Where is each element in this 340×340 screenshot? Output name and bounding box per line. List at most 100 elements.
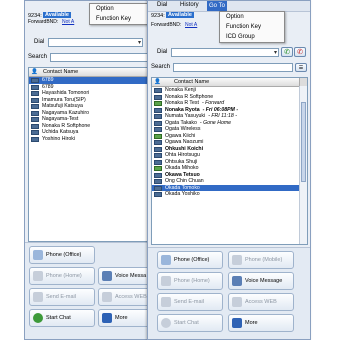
contact-name: Nonaka Kenji	[165, 87, 196, 93]
phone-home-button[interactable]: Phone (Home)	[157, 272, 223, 290]
contact-name: Nonaka R Test	[165, 100, 199, 106]
contact-status-icon	[154, 94, 162, 100]
contact-status-icon	[154, 146, 162, 152]
contact-name: Nonaka Ryota	[165, 106, 200, 113]
more-button[interactable]: More	[228, 314, 294, 332]
scroll-thumb[interactable]	[301, 102, 306, 182]
hangup-button[interactable]: ✆	[294, 47, 306, 57]
options-menu: Option Function Key	[89, 3, 151, 25]
menu-history[interactable]: History	[180, 2, 199, 8]
start-chat-button[interactable]: Start Chat	[157, 314, 223, 332]
dial-row: Dial ▾ ✆ ✆	[151, 47, 307, 59]
contact-name: Yoshino Hiroki	[42, 135, 75, 142]
mobile-phone-icon	[232, 255, 242, 265]
contact-status-icon	[154, 120, 162, 126]
forward-label: ForwardBND:	[151, 22, 182, 28]
contact-status-icon	[31, 84, 39, 90]
menu-item-icd-group[interactable]: ICD Group	[220, 32, 284, 42]
menu-item-option[interactable]: Option	[90, 4, 150, 14]
contact-status-icon	[154, 133, 162, 139]
menu-dial[interactable]: Dial	[157, 2, 167, 8]
chat-icon	[33, 313, 43, 323]
contact-name: Ogawa Kiichi	[165, 132, 196, 139]
contact-name: Uchida Katsuya	[42, 129, 79, 135]
search-input[interactable]	[173, 63, 293, 72]
menu-go-to[interactable]: Go To	[207, 1, 227, 11]
contact-scrollbar[interactable]	[299, 86, 307, 244]
more-button[interactable]: More	[98, 309, 153, 327]
phone-office-button[interactable]: Phone (Office)	[157, 251, 223, 269]
contact-status-icon	[31, 123, 39, 129]
call-button[interactable]: ✆	[281, 47, 293, 57]
access-web-button[interactable]: Access WEB	[98, 288, 153, 306]
phone-mobile-button[interactable]: Phone (Mobile)	[228, 251, 294, 269]
voice-message-button[interactable]: Voice Messa	[98, 267, 153, 285]
filter-button[interactable]: ☰	[295, 63, 307, 72]
header-corner	[299, 78, 307, 86]
menu-item-function-key[interactable]: Function Key	[90, 14, 150, 24]
contact-status-icon	[154, 153, 162, 158]
contact-rows: Nonaka Kenji Nonaka R Softphone Nonaka R T…	[152, 87, 307, 198]
action-panel: Phone (Office) Phone (Home) Voice Messa …	[25, 242, 153, 339]
contact-name: Okada Yoshiko	[165, 191, 200, 197]
filter-icon: ☰	[298, 65, 304, 71]
contact-status-icon	[31, 78, 39, 83]
start-chat-button[interactable]: Start Chat	[29, 309, 95, 327]
dial-combo[interactable]: ▾	[48, 38, 143, 47]
person-icon: 👤	[154, 79, 161, 85]
list-header[interactable]: 👤 Contact Name	[29, 68, 149, 77]
checkmark-icon	[232, 318, 242, 328]
contact-status-icon	[154, 179, 162, 184]
voice-message-icon	[232, 276, 242, 286]
contact-name: Ong Chin Chuan	[165, 178, 204, 184]
contact-name: Hayashida Tomonori	[42, 90, 90, 96]
phone-home-button[interactable]: Phone (Home)	[29, 267, 95, 285]
contact-status-icon	[154, 192, 162, 197]
chevron-down-icon[interactable]: ▾	[274, 49, 277, 56]
forward-link[interactable]: Not A	[62, 19, 74, 25]
chat-icon	[161, 318, 171, 328]
contact-name: Matsufuji Katsuya	[42, 103, 83, 109]
contact-name: Okawa Tetsuo	[165, 171, 200, 178]
send-email-button[interactable]: Send E-mail	[157, 293, 223, 311]
chevron-down-icon[interactable]: ▾	[138, 39, 141, 46]
contact-list[interactable]: 👤 Contact Name 6789 6789 Hayashida Tomonor…	[28, 67, 150, 242]
contact-name: Ogata Takako	[165, 119, 197, 126]
phone-icon	[161, 255, 171, 265]
contact-rows: 6789 6789 Hayashida Tomonori Imamura Toru(S…	[29, 77, 149, 142]
contact-status-icon	[154, 101, 162, 106]
person-icon: 👤	[31, 69, 38, 75]
status-badge[interactable]: Available	[166, 12, 194, 18]
contact-status-icon	[154, 114, 162, 119]
dial-combo[interactable]: ▾	[171, 48, 279, 57]
hangup-icon: ✆	[297, 49, 303, 56]
list-item[interactable]: Okada Yoshiko	[152, 191, 307, 198]
status-badge[interactable]: Available	[43, 12, 71, 18]
contact-status-icon	[154, 140, 162, 145]
contact-status-icon	[31, 130, 39, 135]
forward-link[interactable]: Not A	[185, 22, 197, 28]
contact-status-icon	[154, 166, 162, 171]
list-header[interactable]: 👤 Contact Name	[152, 78, 307, 87]
contact-name: Ohtsuka Shuji	[165, 158, 198, 165]
email-icon	[161, 297, 171, 307]
contact-presence-note: - Forward	[201, 100, 225, 106]
contact-list[interactable]: 👤 Contact Name Nonaka Kenji Nonaka R Soft…	[151, 77, 308, 245]
search-row: Search	[28, 53, 150, 64]
menu-item-option[interactable]: Option	[220, 12, 284, 22]
contact-presence-note: - Gone Home	[199, 119, 232, 126]
dial-label: Dial	[34, 39, 45, 45]
send-email-button[interactable]: Send E-mail	[29, 288, 95, 306]
search-input[interactable]	[50, 53, 150, 62]
search-row: Search ☰	[151, 63, 307, 74]
access-web-button[interactable]: Access WEB	[228, 293, 294, 311]
home-phone-icon	[161, 276, 171, 286]
phone-office-button[interactable]: Phone (Office)	[29, 246, 95, 264]
back-window: 9234: Available ForwardBND: Not A Option…	[24, 0, 154, 340]
search-label: Search	[151, 64, 171, 70]
contact-status-icon	[31, 104, 39, 109]
contact-status-icon	[31, 117, 39, 122]
voice-message-button[interactable]: Voice Message	[228, 272, 294, 290]
list-item[interactable]: Yoshino Hiroki	[29, 136, 149, 143]
menu-item-function-key[interactable]: Function Key	[220, 22, 284, 32]
